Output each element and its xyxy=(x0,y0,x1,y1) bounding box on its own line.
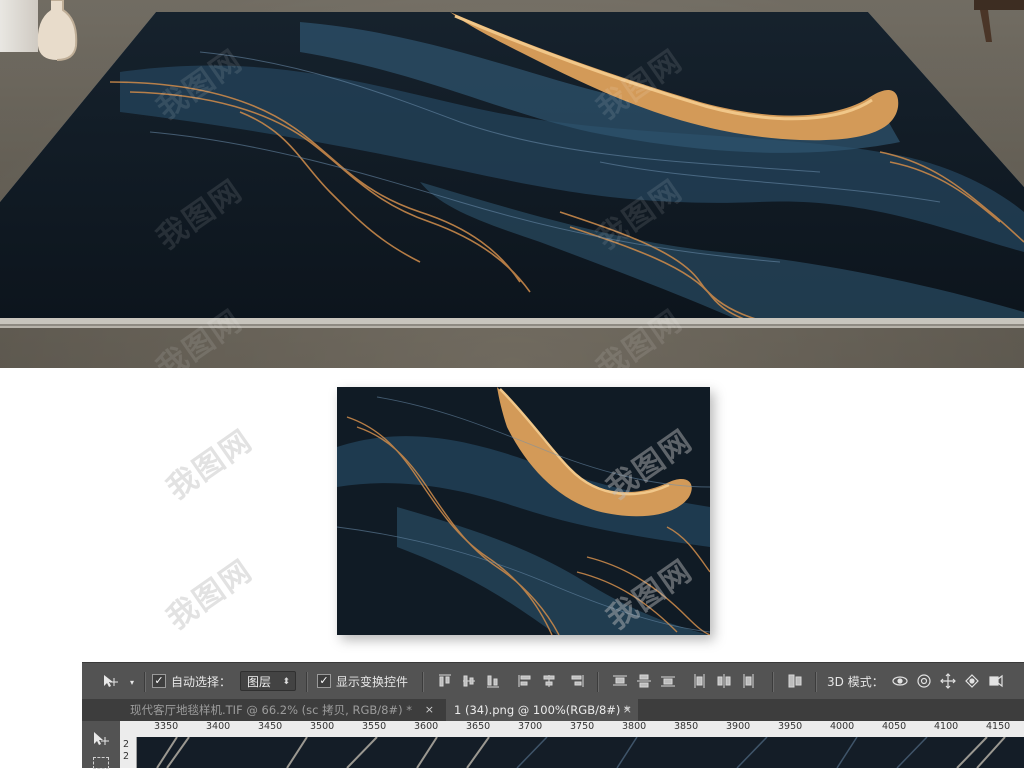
ruler-tick: 3750 xyxy=(570,721,595,732)
3d-mode-label: 3D 模式： xyxy=(827,675,884,689)
divider xyxy=(772,672,774,692)
marquee-tool-icon[interactable] xyxy=(93,757,109,769)
distribute-bottom-icon xyxy=(661,676,675,687)
divider xyxy=(815,672,817,692)
divider xyxy=(597,672,599,692)
move-tool-icon[interactable] xyxy=(92,731,110,747)
ruler-tick: 3550 xyxy=(362,721,387,732)
ruler-tick: 3450 xyxy=(258,721,283,732)
distribute-vcenter-icon xyxy=(637,674,651,688)
align-right-edges-icon[interactable] xyxy=(569,673,585,689)
distribute-hcenter-icon xyxy=(717,674,731,688)
rug-image xyxy=(0,12,1024,328)
distribute-buttons-group xyxy=(613,674,754,688)
align-top-edges-icon xyxy=(439,674,451,687)
watermark: 我图网 xyxy=(160,553,260,637)
ruler-tick: 3500 xyxy=(310,721,335,732)
vertical-ruler: 2 2 xyxy=(120,737,137,768)
distribute-left-icon xyxy=(694,674,705,688)
3d-tools-group xyxy=(892,673,1003,689)
updown-arrow-icon: ⬍ xyxy=(282,677,290,687)
ruler-tick: 4100 xyxy=(934,721,959,732)
ruler-tick: 3400 xyxy=(206,721,231,732)
align-horizontal-centers-icon xyxy=(543,675,555,687)
3d-scale-icon xyxy=(989,674,1003,688)
divider xyxy=(144,672,146,692)
ruler-tick: 3700 xyxy=(518,721,543,732)
ruler-tick: 4000 xyxy=(830,721,855,732)
3d-roll-icon xyxy=(917,674,931,688)
tab-label: 现代客厅地毯样机.TIF @ 66.2% (sc 拷贝, RGB/8#) * xyxy=(130,703,412,717)
ruler-tick: 2 xyxy=(123,751,130,762)
distribute-top-icon xyxy=(613,675,627,686)
auto-select-label: 自动选择： xyxy=(171,675,232,689)
close-icon[interactable]: × xyxy=(425,699,434,721)
tab-document-2[interactable]: 1 (34).png @ 100%(RGB/8#) * × xyxy=(446,699,638,721)
ruler-tick: 3800 xyxy=(622,721,647,732)
move-tool-icon[interactable] xyxy=(102,674,118,688)
ruler-tick: 3950 xyxy=(778,721,803,732)
watermark: 我图网 xyxy=(160,423,260,507)
horizontal-ruler: 3350 3400 3450 3500 3550 3600 3650 3700 … xyxy=(120,721,1024,738)
ruler-tick: 2 xyxy=(123,739,130,750)
ruler-tick: 3850 xyxy=(674,721,699,732)
show-transform-checkbox[interactable]: ✓ xyxy=(317,674,331,688)
photoshop-window: ▾ ✓ 自动选择： 图层 ⬍ ✓ 显示变换控件 3D 模式： 现代客厅地毯样机.… xyxy=(82,662,1024,769)
align-left-edges-icon xyxy=(518,675,531,687)
ruler-tick: 4050 xyxy=(882,721,907,732)
distribute-right-icon xyxy=(743,674,754,688)
align-bottom-edges-icon xyxy=(487,675,499,688)
align-vertical-centers-icon xyxy=(463,675,475,687)
auto-select-target-value: 图层 xyxy=(247,675,272,689)
align-buttons-group xyxy=(439,674,555,688)
ruler-tick: 3650 xyxy=(466,721,491,732)
3d-slide-icon xyxy=(965,674,979,688)
divider xyxy=(422,672,424,692)
tab-document-1[interactable]: 现代客厅地毯样机.TIF @ 66.2% (sc 拷贝, RGB/8#) * × xyxy=(122,699,440,721)
auto-select-checkbox[interactable]: ✓ xyxy=(152,674,166,688)
document-canvas[interactable] xyxy=(137,737,1024,768)
ruler-tick: 3350 xyxy=(154,721,179,732)
close-icon[interactable]: × xyxy=(623,699,632,721)
ruler-tick: 4150 xyxy=(986,721,1011,732)
rug-mockup-scene: 我图网 我图网 我图网 我图网 我图网 我图网 xyxy=(0,0,1024,368)
auto-select-target-dropdown[interactable]: 图层 ⬍ xyxy=(240,671,296,691)
auto-align-layers-icon[interactable] xyxy=(787,673,803,689)
ruler-tick: 3900 xyxy=(726,721,751,732)
document-tabs: 现代客厅地毯样机.TIF @ 66.2% (sc 拷贝, RGB/8#) * ×… xyxy=(82,699,1024,721)
options-bar: ▾ ✓ 自动选择： 图层 ⬍ ✓ 显示变换控件 3D 模式： xyxy=(82,662,1024,701)
3d-orbit-icon xyxy=(892,676,908,686)
tab-label: 1 (34).png @ 100%(RGB/8#) * xyxy=(454,703,630,717)
tool-preset-chevron-down-icon[interactable]: ▾ xyxy=(130,676,134,690)
divider xyxy=(306,672,308,692)
3d-pan-icon xyxy=(940,673,956,689)
ruler-tick: 3600 xyxy=(414,721,439,732)
show-transform-label: 显示变换控件 xyxy=(336,675,409,689)
